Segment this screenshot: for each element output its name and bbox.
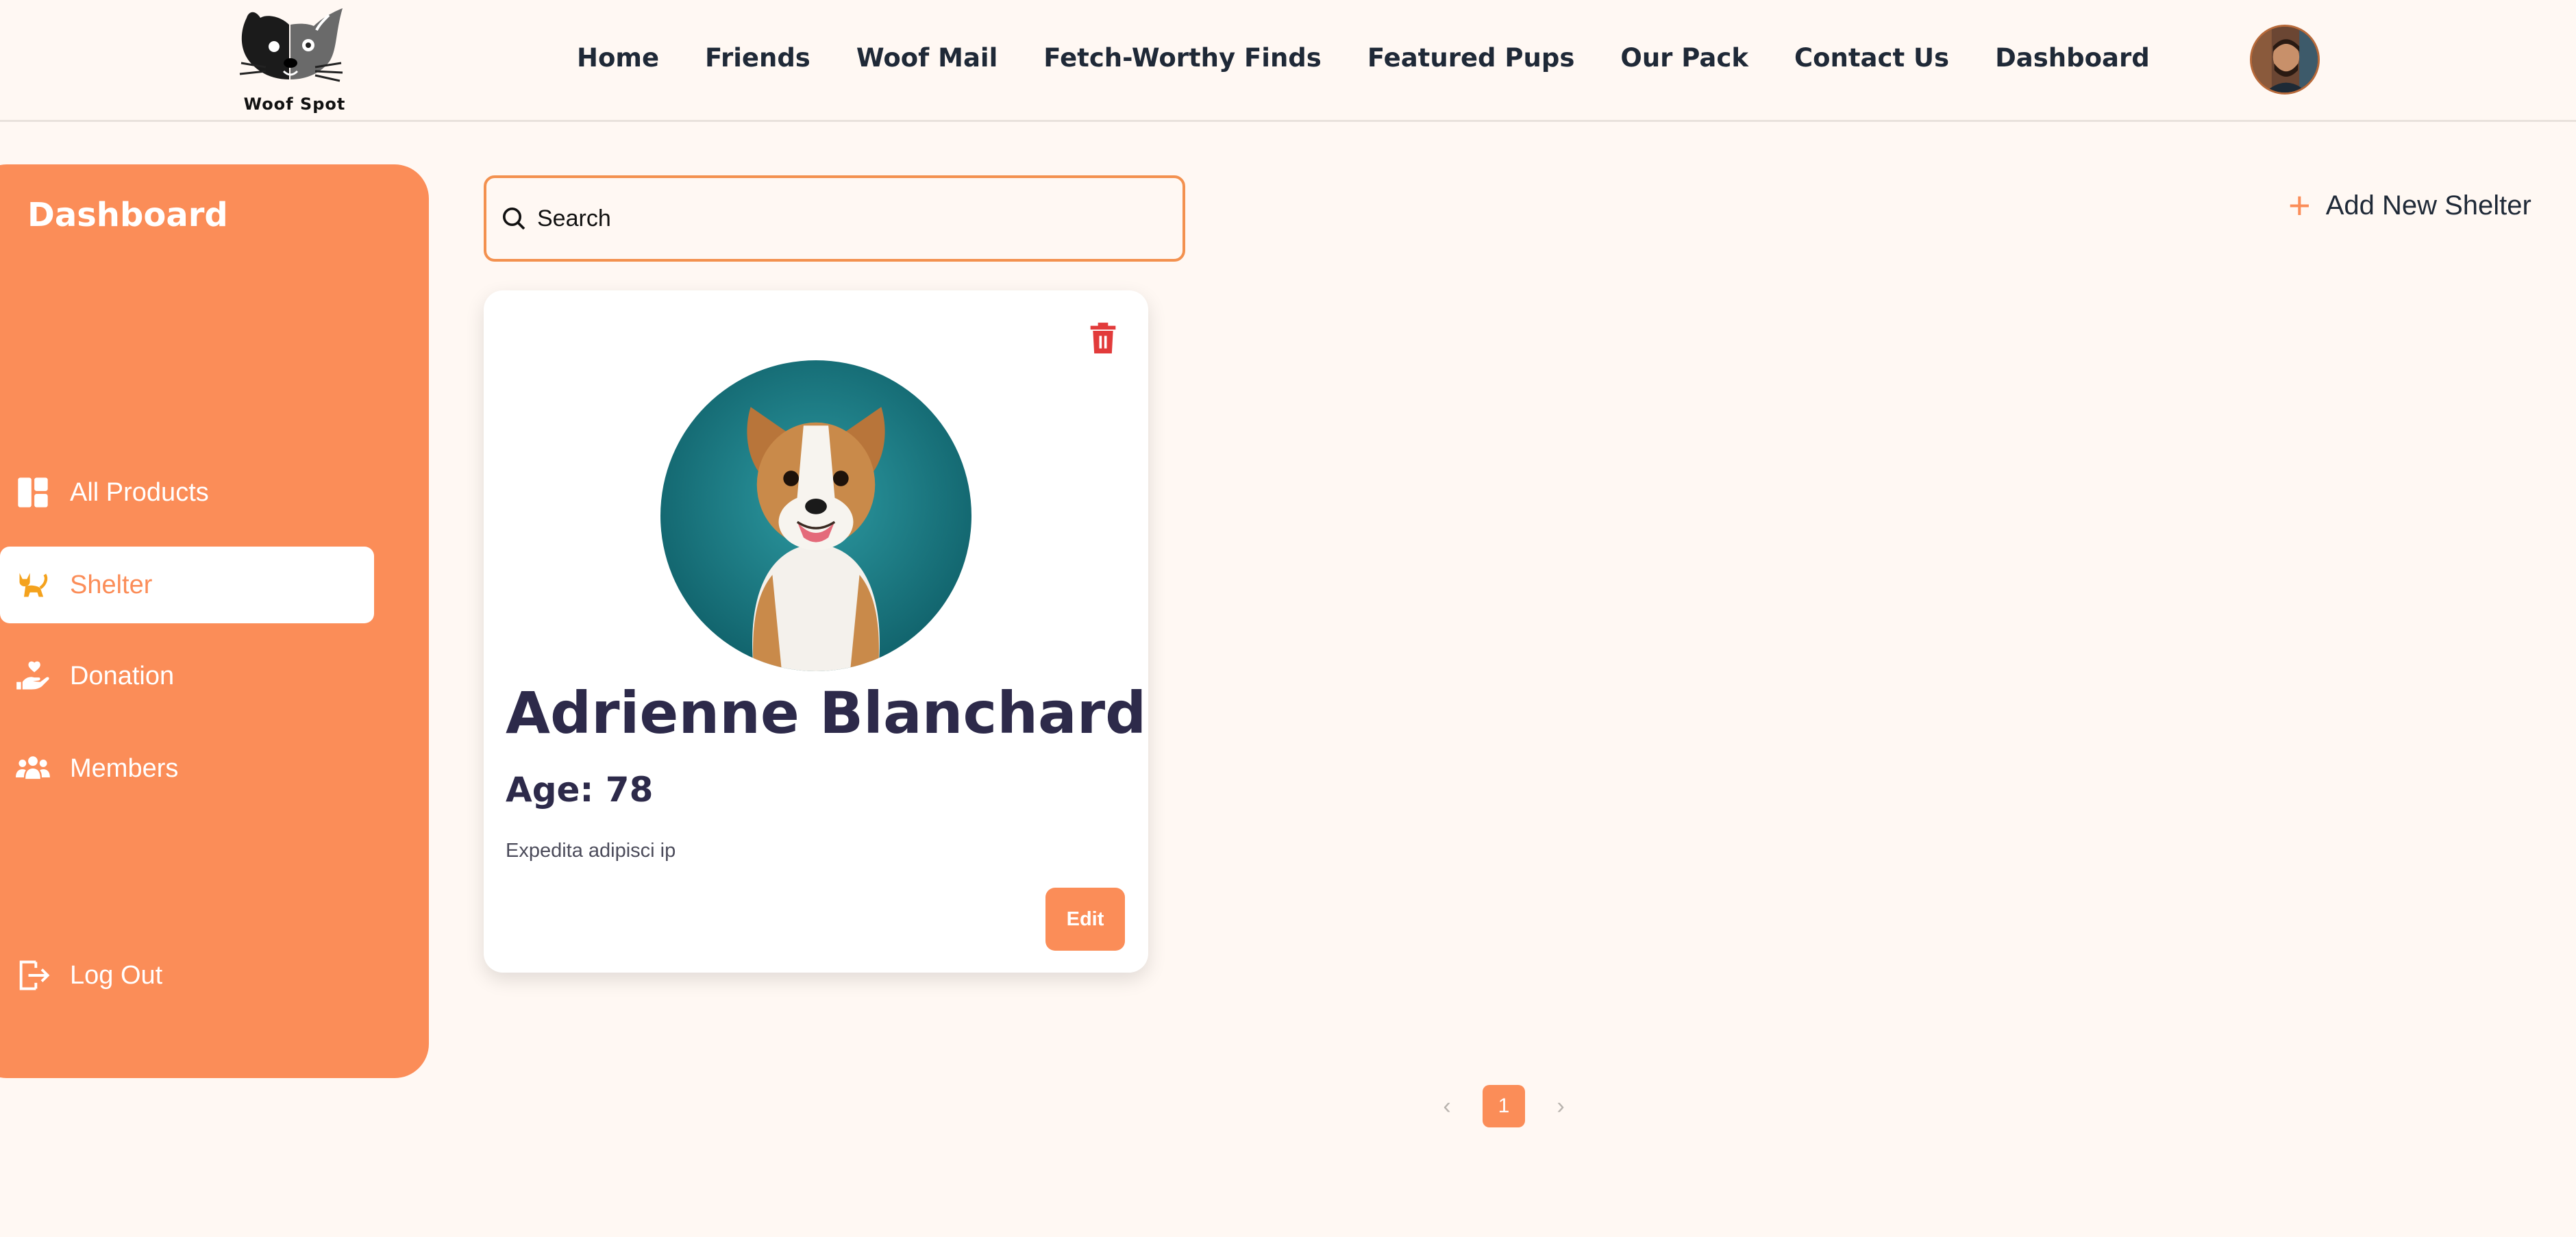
sidebar-item-donation[interactable]: Donation <box>0 638 374 714</box>
nav-woof-mail[interactable]: Woof Mail <box>856 41 998 75</box>
hand-heart-icon <box>12 655 53 697</box>
sidebar-item-members[interactable]: Members <box>0 730 374 807</box>
sidebar: Dashboard All Products Shelter Donation <box>0 164 429 1078</box>
pet-description: Expedita adipisci ip <box>506 840 676 862</box>
sidebar-item-label: Donation <box>70 661 175 690</box>
nav-featured-pups[interactable]: Featured Pups <box>1367 41 1575 75</box>
edit-button[interactable]: Edit <box>1045 888 1125 951</box>
sidebar-item-label: All Products <box>70 477 209 507</box>
nav-friends[interactable]: Friends <box>705 41 810 75</box>
top-header: Woof Spot Home Friends Woof Mail Fetch-W… <box>0 0 2576 122</box>
site-logo[interactable]: Woof Spot <box>233 4 349 116</box>
logout-icon <box>12 955 53 996</box>
nav-dashboard[interactable]: Dashboard <box>1995 41 2150 75</box>
search-box[interactable] <box>484 175 1185 262</box>
cat-icon <box>12 564 53 605</box>
prev-page-button[interactable]: ‹ <box>1429 1093 1465 1120</box>
user-portrait-icon <box>2252 27 2318 92</box>
search-input[interactable] <box>537 205 1154 232</box>
next-page-button[interactable]: › <box>1543 1093 1578 1120</box>
logout-label: Log Out <box>70 960 163 990</box>
sidebar-title: Dashboard <box>27 196 228 234</box>
dashboard-icon <box>12 472 53 513</box>
sidebar-item-all-products[interactable]: All Products <box>0 454 374 531</box>
logout-button[interactable]: Log Out <box>0 937 374 1014</box>
trash-icon[interactable] <box>1088 322 1118 355</box>
pagination: ‹ 1 › <box>1429 1085 1578 1127</box>
add-new-shelter-button[interactable]: + Add New Shelter <box>2288 185 2531 226</box>
sidebar-item-label: Members <box>70 753 179 783</box>
nav-fetch-worthy-finds[interactable]: Fetch-Worthy Finds <box>1043 41 1322 75</box>
dog-photo-icon <box>660 360 971 671</box>
dog-cat-logo-icon <box>239 8 343 82</box>
nav-contact-us[interactable]: Contact Us <box>1794 41 1949 75</box>
main-nav: Home Friends Woof Mail Fetch-Worthy Find… <box>577 41 2150 75</box>
search-icon <box>503 208 525 230</box>
pet-name: Adrienne Blanchard <box>506 679 1147 747</box>
sidebar-item-shelter[interactable]: Shelter <box>0 547 374 623</box>
plus-icon: + <box>2288 184 2311 227</box>
nav-home[interactable]: Home <box>577 41 659 75</box>
add-new-shelter-label: Add New Shelter <box>2325 190 2531 221</box>
logo-text: Woof Spot <box>243 95 346 114</box>
sidebar-item-label: Shelter <box>70 570 153 599</box>
shelter-card: Adrienne Blanchard Age: 78 Expedita adip… <box>484 290 1148 973</box>
users-icon <box>12 748 53 789</box>
nav-our-pack[interactable]: Our Pack <box>1620 41 1748 75</box>
pet-age: Age: 78 <box>506 770 654 810</box>
user-avatar[interactable] <box>2250 25 2320 95</box>
page-number-current[interactable]: 1 <box>1483 1085 1525 1127</box>
pet-photo <box>660 360 971 671</box>
